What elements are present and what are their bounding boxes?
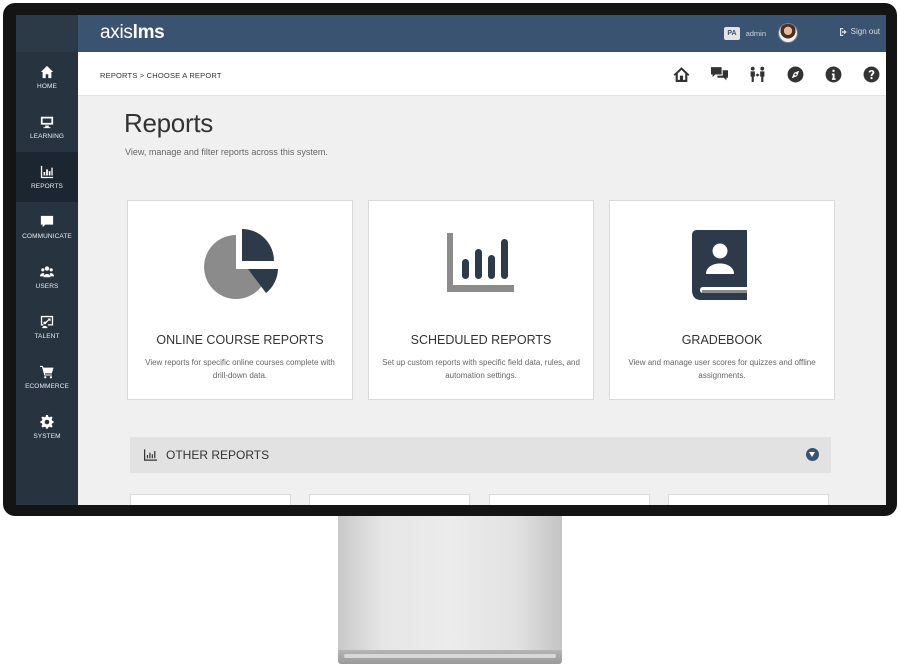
card-description: View reports for specific online courses… [145, 358, 335, 380]
users-icon [40, 265, 54, 277]
gradebook-card[interactable]: GRADEBOOK View and manage user scores fo… [609, 200, 835, 400]
gradebook-icon [692, 230, 747, 300]
sidebar-item-label: SYSTEM [33, 432, 61, 440]
report-card[interactable] [668, 494, 829, 505]
sidebar-item-learning[interactable]: LEARNING [16, 102, 78, 152]
sidebar-item-label: REPORTS [30, 182, 63, 190]
monitor-stand-base [338, 650, 562, 664]
bar-chart-icon [447, 233, 514, 292]
toolbar-help-button[interactable] [862, 65, 880, 83]
toolbar-info-button[interactable] [824, 65, 842, 83]
sidebar-item-home[interactable]: HOME [16, 52, 78, 102]
brand-text-bold: lms [132, 22, 165, 43]
sidebar-item-system[interactable]: SYSTEM [16, 402, 78, 452]
avatar[interactable] [778, 23, 798, 43]
card-title: GRADEBOOK [681, 333, 763, 347]
sidebar-item-communicate[interactable]: COMMUNICATE [16, 202, 78, 252]
sign-out-button[interactable]: Sign out [839, 27, 880, 36]
toolbar-chat-button[interactable] [710, 65, 728, 83]
home-icon [673, 66, 689, 82]
breadcrumb[interactable]: REPORTS > CHOOSE A REPORT [100, 71, 222, 80]
page-title: Reports [124, 108, 213, 138]
compass-icon [787, 66, 803, 82]
gear-icon [40, 414, 54, 429]
bar-chart-icon [144, 449, 157, 461]
report-card[interactable] [489, 494, 650, 505]
sidebar-logo-block [16, 15, 78, 52]
chevron-down-icon[interactable] [806, 448, 819, 461]
app-logo[interactable]: axislms [100, 22, 165, 44]
card-title: ONLINE COURSE REPORTS [156, 333, 324, 347]
help-icon [863, 66, 879, 82]
sidebar-item-label: COMMUNICATE [22, 232, 72, 240]
sidebar-item-label: LEARNING [29, 132, 65, 140]
monitor-icon [40, 116, 54, 128]
brand-text-light: axis [100, 22, 133, 43]
home-icon [40, 65, 54, 78]
sidebar-item-reports[interactable]: REPORTS [16, 152, 78, 202]
card-description: Set up custom reports with specific fiel… [382, 358, 580, 380]
talent-icon [40, 315, 54, 328]
toolbar-people-button[interactable] [748, 65, 766, 83]
sidebar-item-users[interactable]: USERS [16, 252, 78, 302]
top-bar: axislms PA admin Sign out [78, 15, 886, 52]
report-card[interactable] [130, 494, 291, 505]
sidebar-item-label: ECOMMERCE [25, 382, 69, 390]
sidebar-item-ecommerce[interactable]: ECOMMERCE [16, 352, 78, 402]
sidebar: HOME LEARNING REPORTS COMMUNICATE USERS … [16, 15, 78, 505]
user-initials-badge: PA [724, 26, 740, 40]
sidebar-item-talent[interactable]: TALENT [16, 302, 78, 352]
main-content: Reports View, manage and filter reports … [78, 97, 886, 505]
bar-chart-icon [40, 165, 54, 178]
report-card[interactable] [309, 494, 470, 505]
other-reports-label: OTHER REPORTS [166, 448, 270, 462]
online-course-reports-card[interactable]: ONLINE COURSE REPORTS View reports for s… [127, 200, 353, 400]
sidebar-item-label: HOME [37, 82, 57, 90]
user-name: admin [745, 28, 766, 38]
sign-out-label: Sign out [850, 27, 880, 36]
chat-icon [40, 215, 54, 227]
toolbar-home-button[interactable] [672, 65, 690, 83]
info-icon [825, 66, 841, 82]
user-menu[interactable]: PA admin [724, 23, 798, 43]
screen: HOME LEARNING REPORTS COMMUNICATE USERS … [16, 15, 886, 505]
breadcrumb-bar: REPORTS > CHOOSE A REPORT [78, 52, 886, 96]
toolbar-compass-button[interactable] [786, 65, 804, 83]
sidebar-item-label: USERS [35, 282, 59, 290]
cart-icon [40, 365, 54, 378]
card-description: View and manage user scores for quizzes … [628, 358, 816, 380]
monitor-frame: HOME LEARNING REPORTS COMMUNICATE USERS … [3, 3, 897, 516]
chat-icon [710, 66, 728, 80]
toolbar-icons [672, 65, 880, 83]
sidebar-item-label: TALENT [34, 332, 60, 340]
monitor-stand [338, 516, 562, 650]
scheduled-reports-card[interactable]: SCHEDULED REPORTS Set up custom reports … [368, 200, 594, 400]
sign-out-icon [839, 27, 847, 36]
other-reports-toggle[interactable]: OTHER REPORTS [130, 437, 831, 473]
page-subtitle: View, manage and filter reports across t… [125, 147, 328, 157]
pie-chart-icon [204, 229, 278, 299]
people-icon [750, 66, 764, 82]
card-title: SCHEDULED REPORTS [410, 333, 552, 347]
